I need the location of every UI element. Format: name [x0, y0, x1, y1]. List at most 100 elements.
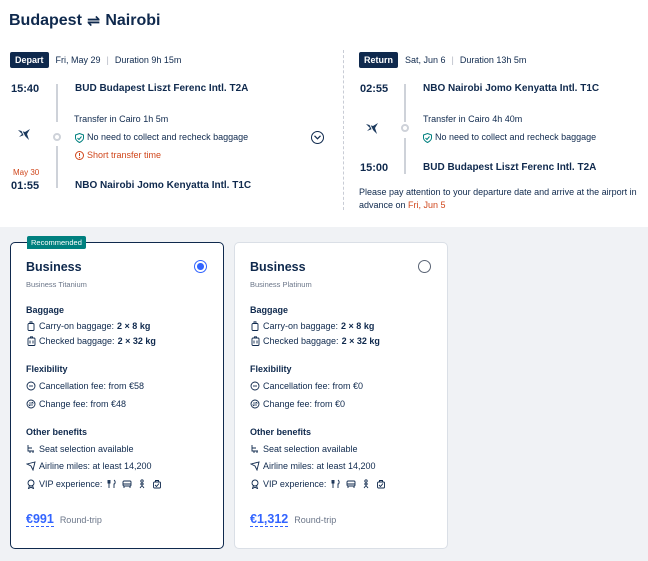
fare-price[interactable]: €991 [26, 512, 54, 527]
notice-date: Fri, Jun 5 [408, 200, 446, 210]
return-transfer-info: Transfer in Cairo 4h 40m [423, 114, 523, 124]
lounge-icon [122, 480, 132, 488]
arrival-time: 01:55 [11, 180, 40, 192]
price-note: Round-trip [59, 515, 102, 525]
change-fee: Change fee: from €0 [263, 399, 346, 409]
change-row: Change fee: from €48 [26, 399, 126, 409]
airline-miles: Airline miles: at least 14,200 [39, 461, 152, 471]
vip-experience: VIP experience: [39, 479, 103, 489]
itinerary-section: Budapest ⇌ Nairobi Depart Fri, May 29 | … [0, 0, 648, 227]
notice-text: Please pay attention to your departure d… [359, 187, 637, 210]
origin-city: Budapest [9, 12, 82, 29]
vip-amenities [331, 479, 386, 489]
checked-bag-icon [26, 336, 36, 346]
priority-baggage-icon [377, 480, 386, 489]
depart-itinerary: Depart Fri, May 29 | Duration 9h 15m 15:… [10, 52, 330, 192]
return-duration: Duration 13h 5m [459, 55, 527, 65]
fare-card-platinum[interactable]: Business Business Platinum Baggage Carry… [234, 242, 448, 549]
change-icon [250, 399, 260, 409]
depart-duration: Duration 9h 15m [114, 55, 182, 65]
return-depart-time: 02:55 [360, 83, 389, 95]
seat-selection: Seat selection available [39, 444, 134, 454]
change-icon [26, 399, 36, 409]
trip-divider [343, 50, 344, 210]
vip-icon [26, 479, 36, 489]
baggage-title: Baggage [26, 305, 65, 315]
baggage-note-text: No need to collect and recheck baggage [435, 132, 597, 142]
carry-on-row: Carry-on baggage: 2 × 8 kg [26, 321, 150, 331]
change-row: Change fee: from €0 [250, 399, 345, 409]
chevron-down-icon [314, 135, 321, 140]
fare-subname: Business Platinum [250, 280, 312, 289]
flexibility-title: Flexibility [26, 364, 68, 374]
timeline-line [56, 146, 58, 188]
seat-row: Seat selection available [250, 444, 358, 454]
price-note: Round-trip [294, 515, 337, 525]
priority-baggage-icon [153, 480, 162, 489]
arrival-airport: NBO Nairobi Jomo Kenyatta Intl. T1C [75, 180, 252, 191]
cancellation-icon [26, 381, 36, 391]
timeline-dot [401, 124, 409, 132]
fare-price[interactable]: €1,312 [250, 512, 289, 527]
timeline-line [56, 84, 58, 122]
return-depart-airport: NBO Nairobi Jomo Kenyatta Intl. T1C [423, 83, 600, 94]
airline-miles: Airline miles: at least 14,200 [263, 461, 376, 471]
change-fee: Change fee: from €48 [39, 399, 127, 409]
depart-time: 15:40 [11, 83, 40, 95]
fare-card-titanium[interactable]: Recommended Business Business Titanium B… [10, 236, 224, 549]
checked-label: Checked baggage: [263, 336, 339, 346]
cancellation-icon [250, 381, 260, 391]
carry-on-value: 2 × 8 kg [117, 321, 151, 331]
timeline-line [404, 84, 406, 122]
fast-track-icon [364, 479, 369, 489]
fare-name: Business [250, 260, 306, 274]
return-arrival-time: 15:00 [360, 162, 389, 174]
price-block: €1,312 Round-trip [250, 512, 336, 527]
lounge-icon [346, 480, 356, 488]
fast-track-icon [140, 479, 145, 489]
carry-on-bag-icon [26, 321, 36, 331]
fare-radio-unselected[interactable] [418, 260, 431, 273]
vip-row: VIP experience: [250, 479, 386, 489]
flexibility-title: Flexibility [250, 364, 292, 374]
depart-date: Fri, May 29 [55, 55, 101, 65]
cancellation-fee: Cancellation fee: from €0 [263, 381, 364, 391]
divider: | [106, 55, 109, 65]
vip-row: VIP experience: [26, 479, 162, 489]
route-title: Budapest ⇌ Nairobi [9, 11, 160, 31]
carry-on-value: 2 × 8 kg [341, 321, 375, 331]
timeline-line [404, 138, 406, 174]
expand-details-button[interactable] [311, 131, 324, 144]
fare-subname: Business Titanium [26, 280, 87, 289]
carry-on-label: Carry-on baggage: [39, 321, 115, 331]
arrival-next-day: May 30 [13, 168, 40, 177]
egyptair-logo-icon [366, 123, 378, 134]
baggage-note-text: No need to collect and recheck baggage [87, 132, 249, 142]
return-itinerary: Return Sat, Jun 6 | Duration 13h 5m 02:5… [359, 52, 648, 210]
dining-icon [107, 479, 116, 488]
destination-city: Nairobi [105, 12, 161, 29]
checked-value: 2 × 32 kg [341, 336, 380, 346]
checked-row: Checked baggage: 2 × 32 kg [250, 336, 380, 346]
vip-icon [250, 479, 260, 489]
miles-row: Airline miles: at least 14,200 [26, 461, 152, 471]
return-tag: Return [359, 52, 398, 68]
swap-arrows-icon: ⇌ [86, 13, 101, 30]
shield-check-icon [75, 132, 84, 143]
fare-options: Recommended Business Business Titanium B… [0, 227, 648, 561]
return-arrival-airport: BUD Budapest Liszt Ferenc Intl. T2A [423, 162, 597, 173]
cancellation-row: Cancellation fee: from €58 [26, 381, 144, 391]
dining-icon [331, 479, 340, 488]
seat-icon [26, 444, 36, 454]
price-block: €991 Round-trip [26, 512, 102, 527]
fare-radio-selected[interactable] [194, 260, 207, 273]
seat-row: Seat selection available [26, 444, 134, 454]
cancellation-fee: Cancellation fee: from €58 [39, 381, 145, 391]
warning-icon [75, 151, 84, 161]
transfer-info: Transfer in Cairo 1h 5m [74, 114, 169, 124]
baggage-title: Baggage [250, 305, 289, 315]
other-benefits-title: Other benefits [26, 427, 88, 437]
fare-name: Business [26, 260, 82, 274]
vip-amenities [107, 479, 162, 489]
seat-selection: Seat selection available [263, 444, 358, 454]
